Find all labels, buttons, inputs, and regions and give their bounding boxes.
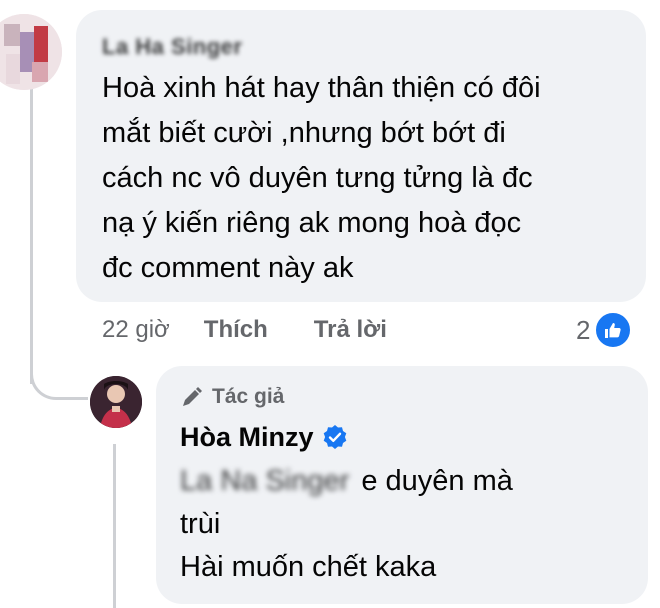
comment-thread: La Ha Singer Hoà xinh hát hay thân thiện… [0,0,660,608]
reply-text-line-3: Hài muốn chết kaka [180,551,437,583]
like-button[interactable]: Thích [204,316,268,344]
reply-button[interactable]: Trả lời [314,316,387,344]
verified-badge-icon [323,425,346,449]
reply-author-avatar[interactable] [90,376,142,428]
reply-text: La Na Singer e duyên mà trùi Hài muốn ch… [180,460,620,589]
comment-text: Hoà xinh hát hay thân thiện có đôi mắt b… [102,72,541,284]
reaction-count: 2 [576,314,591,345]
reaction-summary[interactable]: 2 [576,310,633,350]
reply-thread-line [113,444,116,608]
author-tag-label: Tác giả [212,385,285,408]
comment-timestamp[interactable]: 22 giờ [102,316,170,344]
thread-line [30,88,33,384]
commenter-avatar[interactable] [0,14,62,90]
reply-author-row: Hòa Minzy [180,420,624,454]
comment-author-name[interactable]: La Ha Singer [102,32,242,62]
comment-meta-row: 22 giờ Thích Trả lời [102,310,433,350]
reply-bubble: Tác giả Hòa Minzy La Na Singer e duyên m… [156,366,648,604]
reply-text-line-2: trùi [180,508,221,540]
reply-text-line-1: La Na Singer e duyên mà [180,460,620,503]
like-icon [594,311,633,349]
pen-icon [183,387,202,406]
comment-bubble: La Ha Singer Hoà xinh hát hay thân thiện… [76,10,646,302]
reply-author-name[interactable]: Hòa Minzy [180,422,314,453]
author-tag: Tác giả [180,382,624,412]
thread-line-curve [30,350,88,400]
mention-tag[interactable]: La Na Singer [180,460,349,503]
